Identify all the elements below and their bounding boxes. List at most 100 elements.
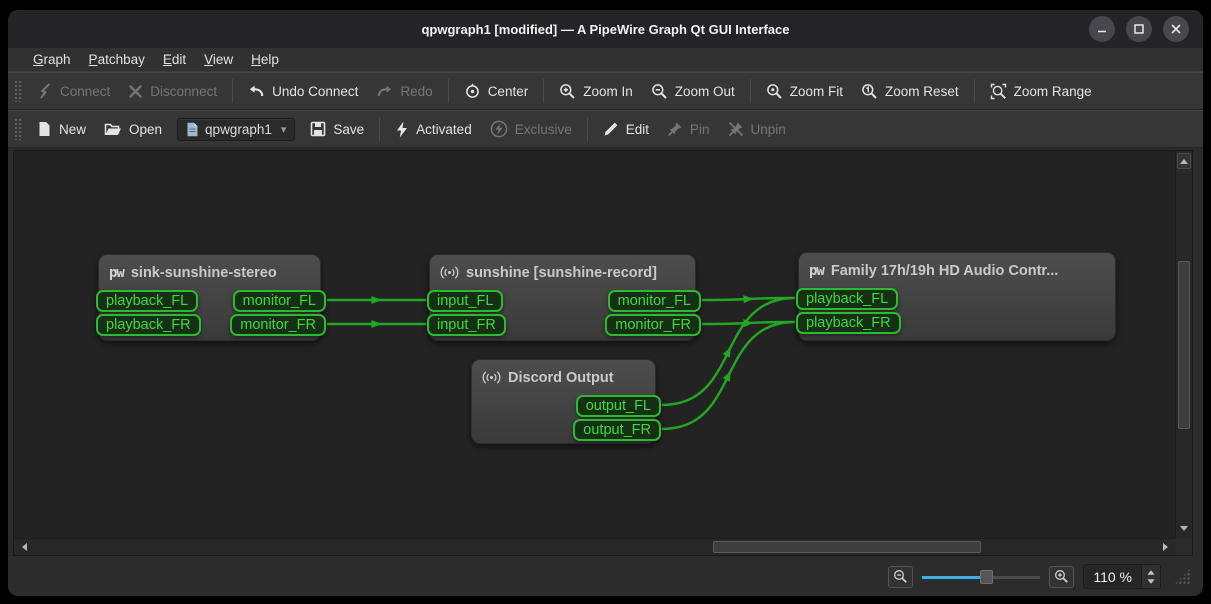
port-playback_FL[interactable]: playback_FL <box>796 288 898 310</box>
connect-icon <box>37 83 53 99</box>
edit-toggle[interactable]: Edit <box>594 116 658 142</box>
port-playback_FR[interactable]: playback_FR <box>796 312 901 334</box>
triangle-left-icon <box>22 543 27 551</box>
zoom-fit-icon <box>766 83 783 100</box>
audio-device-icon <box>440 265 459 280</box>
patchbay-file-combo[interactable]: qpwgraph1▾ <box>177 118 295 141</box>
node-family[interactable]: pwFamily 17h/19h HD Audio Contr... playba… <box>798 252 1116 341</box>
toolbar-button-label: New <box>59 122 86 137</box>
toolbar-button-label: Zoom Range <box>1014 84 1092 99</box>
port-monitor_FL[interactable]: monitor_FL <box>233 290 326 312</box>
toolbar-separator <box>587 117 588 141</box>
zoom-out-icon <box>893 569 908 584</box>
undo-connect-button[interactable]: Undo Connect <box>239 78 367 104</box>
toolbar-button-label: Zoom Fit <box>790 84 843 99</box>
center-icon <box>464 83 481 100</box>
horizontal-scrollbar-thumb[interactable] <box>713 541 981 553</box>
spin-up-button[interactable] <box>1147 570 1154 575</box>
save-icon <box>310 121 326 137</box>
node-header[interactable]: pwsink-sunshine-stereo <box>99 255 320 283</box>
node-sink[interactable]: pwsink-sunshine-stereo playback_FLplaybac… <box>98 254 321 341</box>
maximize-button[interactable] <box>1126 16 1152 42</box>
disconnect-icon <box>128 84 143 99</box>
zoom-slider[interactable] <box>922 567 1040 587</box>
new-icon <box>37 121 52 137</box>
combo-value: qpwgraph1 <box>205 122 272 137</box>
scroll-up-button[interactable] <box>1177 153 1191 169</box>
graph-view[interactable]: pwsink-sunshine-stereoplayback_FLplaybac… <box>13 150 1193 556</box>
node-header[interactable]: Discord Output <box>472 360 655 388</box>
resize-grip[interactable] <box>1174 568 1191 585</box>
save-button[interactable]: Save <box>301 116 373 142</box>
zoom-in-icon <box>559 83 576 100</box>
toolbar-separator <box>448 79 449 103</box>
node-header[interactable]: pwFamily 17h/19h HD Audio Contr... <box>799 253 1115 281</box>
node-header[interactable]: sunshine [sunshine-record] <box>430 255 695 283</box>
toolbar-button-label: Undo Connect <box>272 84 358 99</box>
zoom-reset-button[interactable]: Zoom Reset <box>852 78 968 105</box>
minimize-button[interactable] <box>1089 16 1115 42</box>
port-monitor_FR[interactable]: monitor_FR <box>230 314 326 336</box>
menu-view[interactable]: View <box>195 50 242 69</box>
zoom-out-button[interactable]: Zoom Out <box>642 78 744 105</box>
port-monitor_FR[interactable]: monitor_FR <box>605 314 701 336</box>
vertical-scrollbar-thumb[interactable] <box>1178 261 1190 429</box>
scroll-down-button[interactable] <box>1177 520 1191 536</box>
node-sunshine[interactable]: sunshine [sunshine-record] input_FLinput_… <box>429 254 696 341</box>
statusbar-zoom-in-button[interactable] <box>1049 566 1074 588</box>
zoom-slider-handle[interactable] <box>980 570 993 584</box>
titlebar[interactable]: qpwgraph1 [modified] — A PipeWire Graph … <box>8 10 1203 48</box>
toolbar-button-label: Center <box>488 84 529 99</box>
port-monitor_FL[interactable]: monitor_FL <box>608 290 701 312</box>
zoom-fit-button[interactable]: Zoom Fit <box>757 78 852 105</box>
activated-toggle[interactable]: Activated <box>386 116 481 143</box>
connections-layer <box>14 151 1175 538</box>
toolbar-drag-handle[interactable] <box>14 80 22 102</box>
window-title: qpwgraph1 [modified] — A PipeWire Graph … <box>421 22 789 37</box>
zoom-spinbox[interactable]: 110 % <box>1083 564 1161 589</box>
center-button[interactable]: Center <box>455 78 538 105</box>
spin-down-button[interactable] <box>1147 579 1154 584</box>
undo-icon <box>248 83 265 99</box>
port-output_FL[interactable]: output_FL <box>576 395 661 417</box>
disconnect-button[interactable]: Disconnect <box>119 79 226 104</box>
connect-button[interactable]: Connect <box>28 78 119 104</box>
toolbar-separator <box>232 79 233 103</box>
statusbar-zoom-out-button[interactable] <box>888 566 913 588</box>
open-button[interactable]: Open <box>95 117 171 142</box>
port-playback_FL[interactable]: playback_FL <box>96 290 198 312</box>
toolbar-button-label: Exclusive <box>515 122 572 137</box>
menu-edit[interactable]: Edit <box>154 50 195 69</box>
port-input_FR[interactable]: input_FR <box>427 314 506 336</box>
toolbar-separator <box>750 79 751 103</box>
exclusive-toggle[interactable]: Exclusive <box>481 115 581 143</box>
scroll-left-button[interactable] <box>16 540 32 554</box>
pin-button[interactable]: Pin <box>658 116 719 142</box>
zoom-range-button[interactable]: Zoom Range <box>981 78 1101 105</box>
graph-toolbar: ConnectDisconnect Undo Connect Redo Center Z… <box>8 72 1203 110</box>
graph-canvas[interactable]: pwsink-sunshine-stereoplayback_FLplaybac… <box>14 151 1175 538</box>
node-title: sunshine [sunshine-record] <box>466 265 657 281</box>
toolbar-separator <box>974 79 975 103</box>
close-button[interactable] <box>1163 16 1189 42</box>
zoom-in-button[interactable]: Zoom In <box>550 78 642 105</box>
pipewire-icon: pw <box>809 263 824 279</box>
port-playback_FR[interactable]: playback_FR <box>96 314 201 336</box>
connection-arrow-icon <box>743 295 753 303</box>
menu-patchbay[interactable]: Patchbay <box>80 50 154 69</box>
zoom-range-icon <box>990 83 1007 100</box>
port-input_FL[interactable]: input_FL <box>427 290 503 312</box>
toolbar-drag-handle[interactable] <box>14 118 22 140</box>
statusbar: 110 % <box>8 557 1203 596</box>
redo-button[interactable]: Redo <box>367 78 441 104</box>
node-discord[interactable]: Discord Outputoutput_FLoutput_FR <box>471 359 656 444</box>
menu-graph[interactable]: Graph <box>24 50 80 69</box>
menu-help[interactable]: Help <box>242 50 288 69</box>
new-button[interactable]: New <box>28 116 95 142</box>
port-output_FR[interactable]: output_FR <box>573 419 661 441</box>
horizontal-scrollbar[interactable] <box>14 538 1175 555</box>
vertical-scrollbar[interactable] <box>1175 151 1192 538</box>
unpin-button[interactable]: Unpin <box>719 116 795 142</box>
scroll-right-button[interactable] <box>1157 540 1173 554</box>
toolbar-separator <box>543 79 544 103</box>
